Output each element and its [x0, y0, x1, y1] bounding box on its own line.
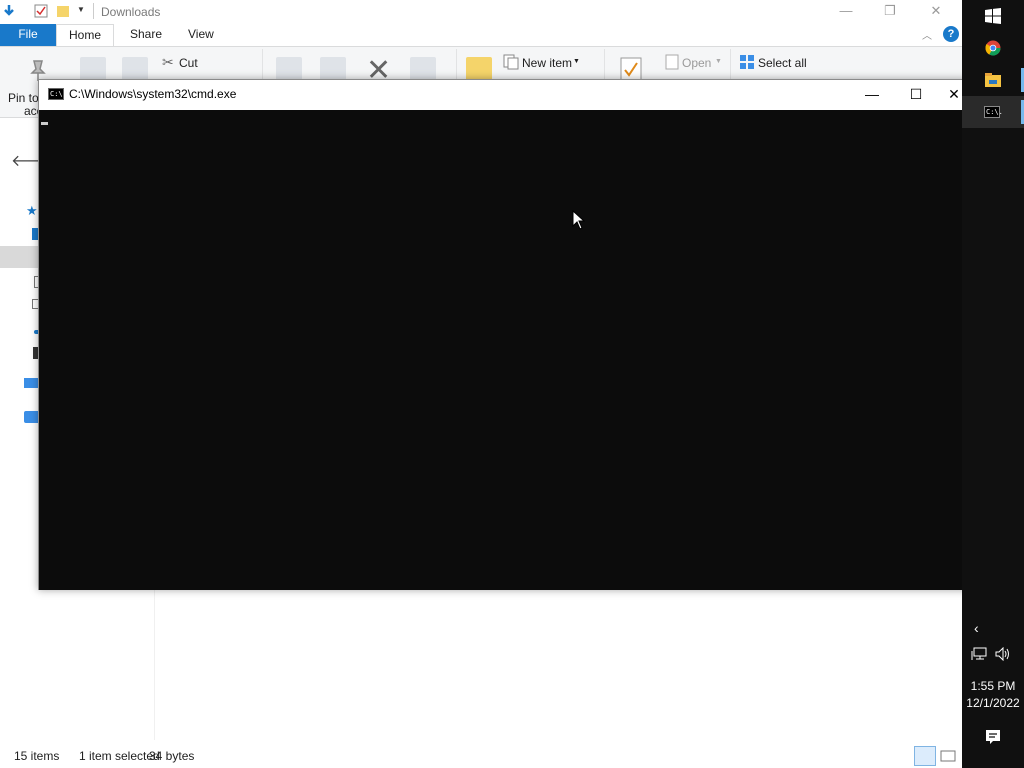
network-icon[interactable] [971, 647, 987, 661]
text-cursor [41, 122, 48, 125]
status-bar: 15 items 1 item selected 34 bytes [0, 744, 962, 768]
new-folder-icon[interactable] [56, 4, 70, 18]
details-view-icon[interactable] [914, 746, 936, 766]
taskbar: C:\. ‹ 1:55 PM 12/1/2022 [962, 0, 1024, 768]
show-hidden-icons-chevron-icon[interactable]: ‹ [974, 620, 979, 636]
cmd-app-icon: C:\. [48, 88, 67, 100]
selection-size: 34 bytes [149, 749, 195, 763]
mouse-pointer-icon [572, 210, 586, 230]
nav-item-selected[interactable] [0, 246, 40, 268]
cmd-title: C:\Windows\system32\cmd.exe [69, 87, 237, 101]
minimize-icon[interactable]: — [828, 2, 864, 22]
close-icon[interactable]: ✕ [918, 2, 954, 22]
download-arrow-icon[interactable] [2, 4, 16, 18]
quick-access-toolbar: ▼ Downloads — ❐ ✕ [0, 0, 962, 24]
open-icon [665, 54, 679, 70]
console-output[interactable] [39, 110, 963, 590]
taskbar-file-explorer[interactable] [962, 64, 1024, 96]
new-item-icon [503, 54, 519, 70]
start-button[interactable] [962, 0, 1024, 32]
cmd-icon: C:\. [984, 106, 1003, 118]
collapse-ribbon-chevron-icon[interactable]: ︿ [922, 27, 932, 42]
cut-button[interactable]: Cut [179, 56, 198, 70]
tab-home[interactable]: Home [56, 24, 114, 47]
pin-to-quick-access-label[interactable]: Pin to [8, 91, 39, 105]
file-explorer-icon [985, 73, 1001, 87]
clock-time[interactable]: 1:55 PM [962, 679, 1024, 693]
pane-divider [154, 590, 155, 740]
clock-date[interactable]: 12/1/2022 [962, 696, 1024, 710]
item-count: 15 items [14, 749, 60, 763]
properties-icon[interactable] [34, 4, 48, 18]
taskbar-chrome[interactable] [962, 32, 1024, 64]
action-center-icon[interactable] [984, 728, 1002, 746]
ribbon-tabs: File Home Share View ︿ ? [0, 24, 962, 47]
select-all-button[interactable]: Select all [758, 56, 807, 70]
open-dropdown-icon[interactable]: ▼ [715, 58, 722, 65]
windows-start-icon [985, 8, 1001, 24]
taskbar-cmd[interactable]: C:\. [962, 96, 1024, 128]
open-button[interactable]: Open [682, 56, 711, 70]
chrome-icon [985, 40, 1001, 56]
quick-access-star-icon[interactable]: ★ [26, 203, 38, 218]
tab-file[interactable]: File [0, 24, 56, 46]
cmd-minimize-icon[interactable]: — [849, 80, 895, 110]
qat-divider [93, 3, 94, 19]
cmd-maximize-icon[interactable]: ☐ [893, 80, 939, 110]
restore-icon[interactable]: ❐ [872, 2, 908, 22]
volume-icon[interactable] [995, 647, 1011, 661]
tab-share[interactable]: Share [118, 24, 174, 46]
cmd-window[interactable]: C:\. C:\Windows\system32\cmd.exe — ☐ ✕ ▲… [38, 79, 970, 590]
tab-view[interactable]: View [176, 24, 226, 46]
new-item-dropdown-icon[interactable]: ▼ [573, 58, 580, 65]
select-all-icon [740, 55, 754, 69]
large-icons-view-icon[interactable] [939, 746, 957, 766]
cmd-titlebar[interactable]: C:\. C:\Windows\system32\cmd.exe — ☐ ✕ [39, 80, 969, 110]
new-item-button[interactable]: New item [522, 56, 572, 70]
scissors-icon: ✂ [162, 54, 174, 70]
selection-count: 1 item selected [79, 749, 160, 763]
help-icon[interactable]: ? [943, 26, 959, 42]
customize-qat-chevron-icon[interactable]: ▼ [77, 5, 85, 14]
window-title: Downloads [101, 5, 161, 19]
